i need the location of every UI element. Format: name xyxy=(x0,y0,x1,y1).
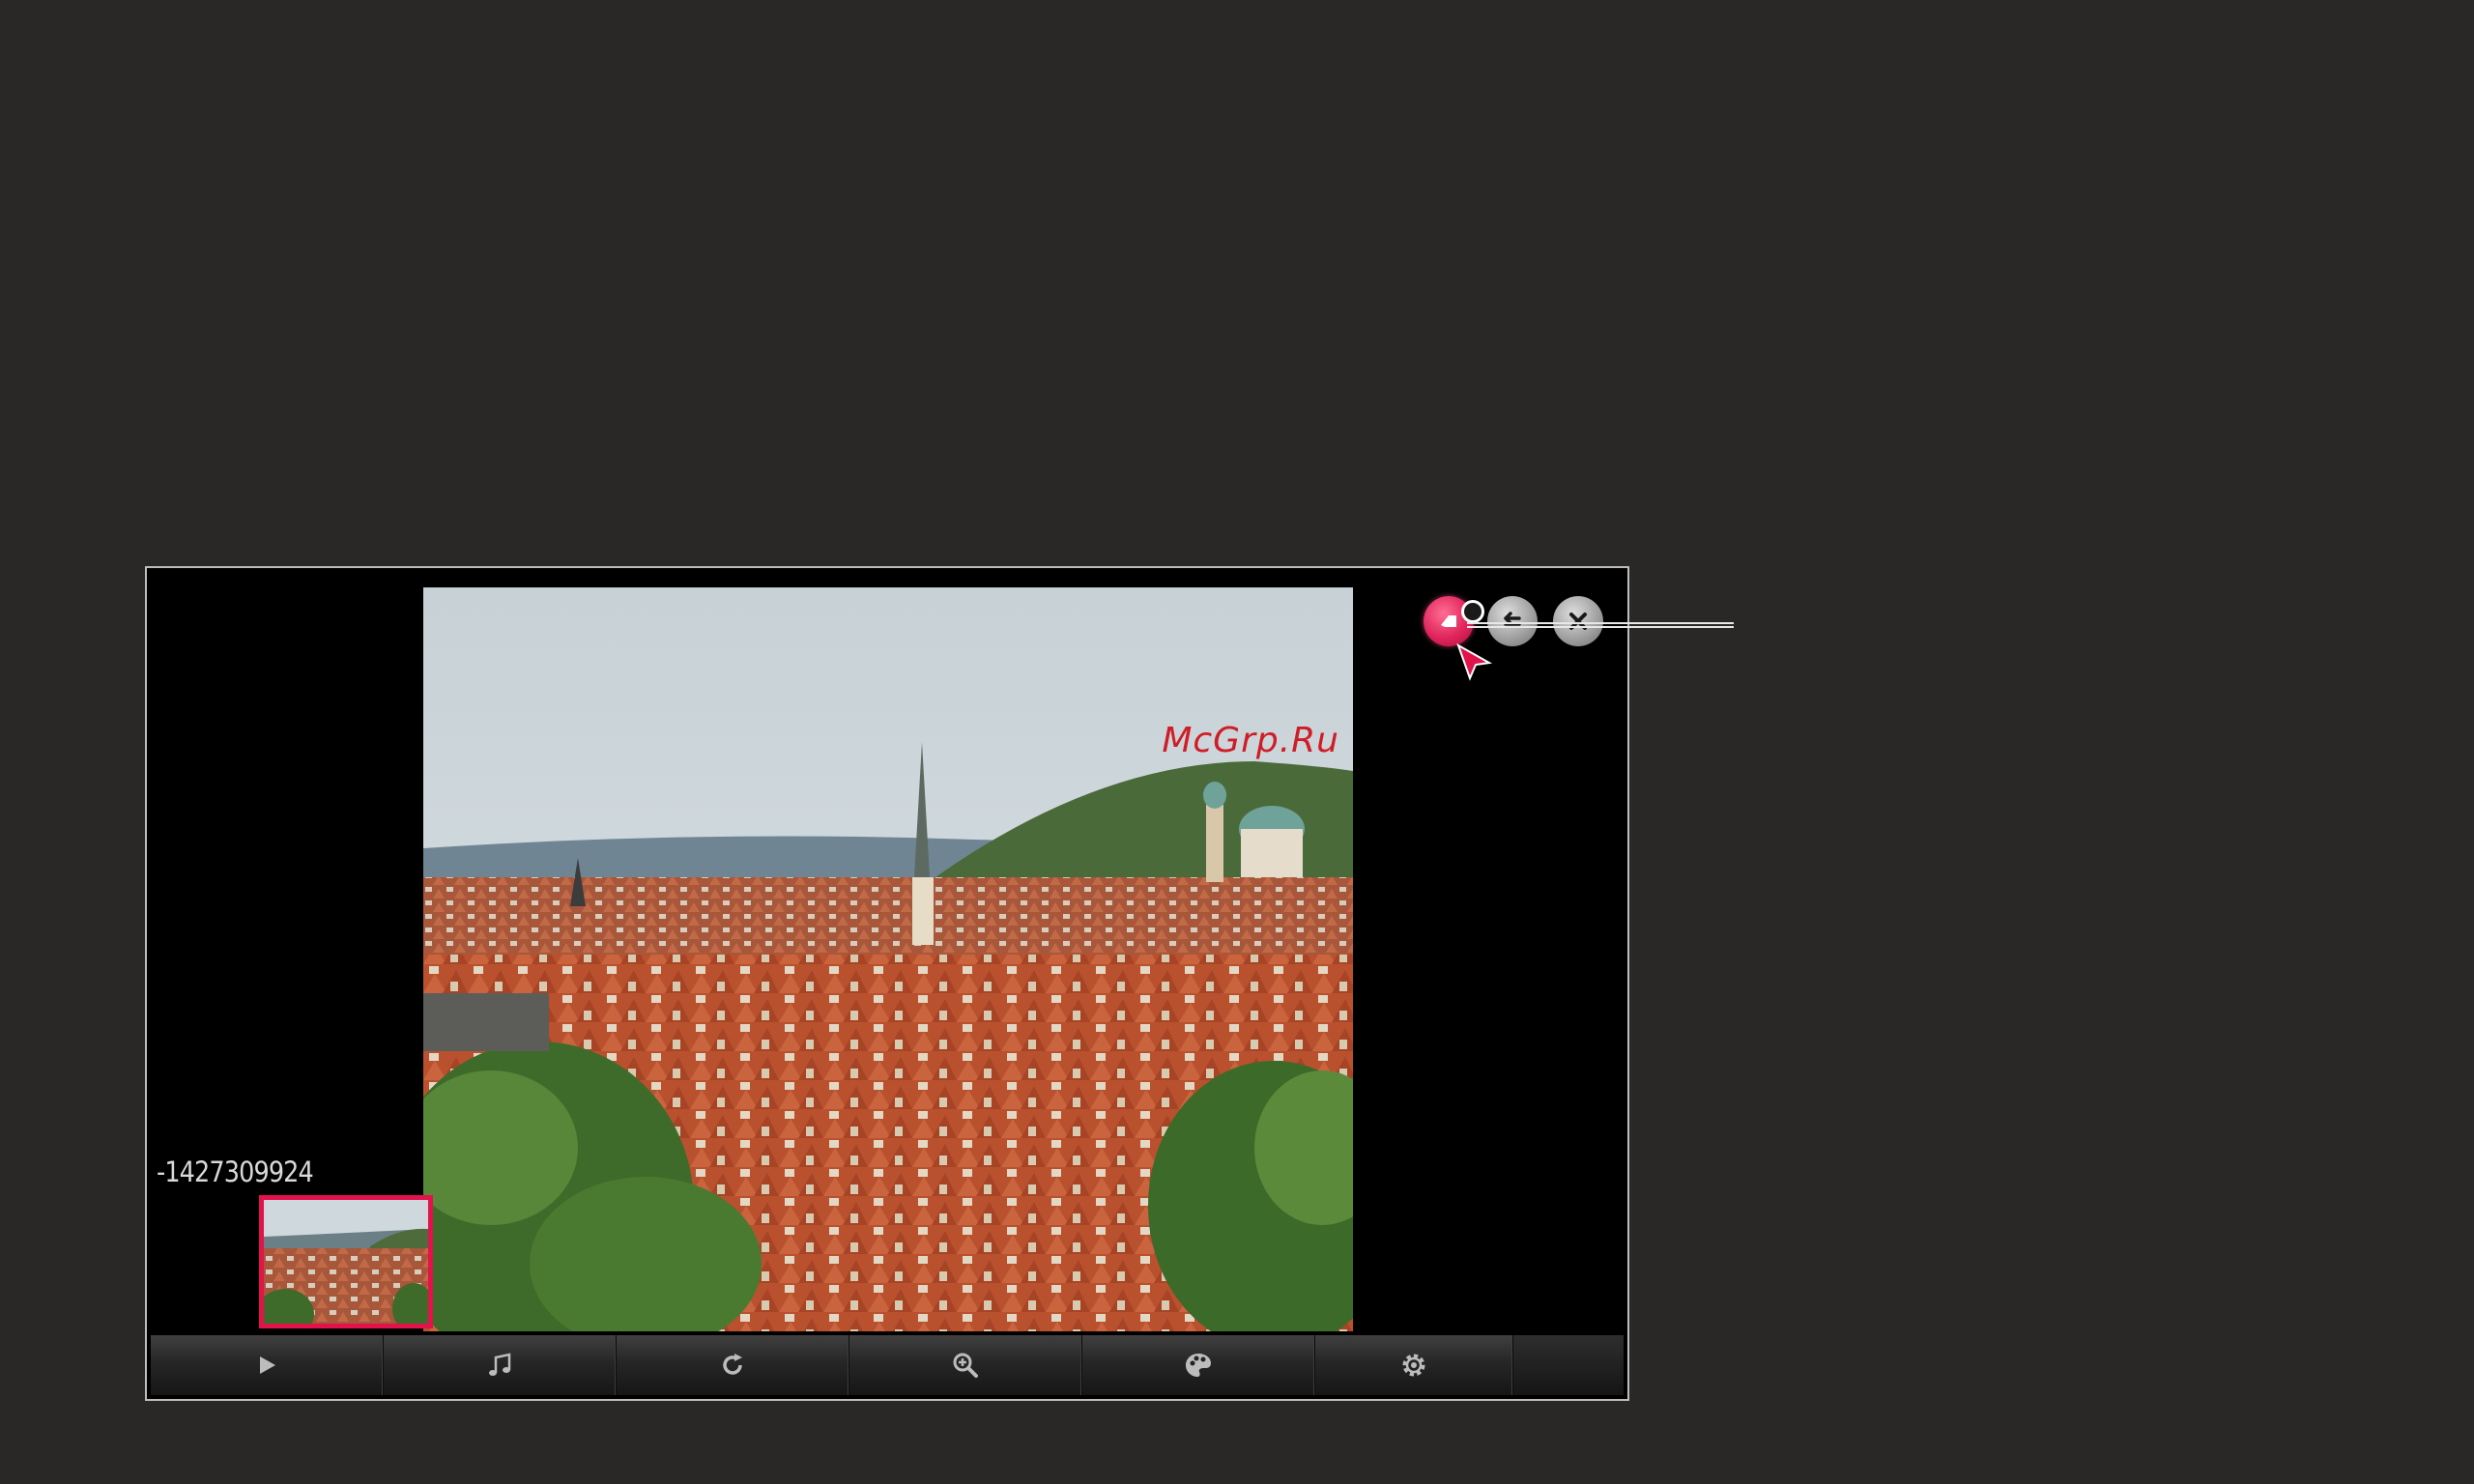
exit-button[interactable] xyxy=(1553,596,1603,646)
photo-viewer-screen: McGrp.Ru -1427309924 xyxy=(145,566,1629,1401)
palette-icon xyxy=(1186,1354,1211,1377)
zoom-in-icon xyxy=(953,1353,978,1378)
close-icon xyxy=(1569,613,1587,630)
callout-line xyxy=(1467,622,1734,628)
city-photo xyxy=(423,587,1353,1331)
file-name-label: -1427309924 xyxy=(157,1156,314,1188)
callout-dot xyxy=(1461,600,1484,623)
music-note-icon xyxy=(489,1353,511,1376)
play-icon xyxy=(260,1356,275,1374)
zoom-button[interactable] xyxy=(849,1335,1082,1395)
watermark-text: McGrp.Ru xyxy=(1162,721,1339,760)
settings-button[interactable] xyxy=(1315,1335,1513,1395)
return-button[interactable] xyxy=(1487,596,1538,646)
thumbnail-selected[interactable] xyxy=(259,1195,433,1328)
music-button[interactable] xyxy=(384,1335,617,1395)
bottom-toolbar xyxy=(151,1335,1624,1395)
gear-icon xyxy=(1402,1354,1425,1377)
magic-remote-cursor-icon xyxy=(1454,642,1497,689)
rotate-button[interactable] xyxy=(617,1335,849,1395)
thumbnail-image xyxy=(264,1200,428,1324)
rotate-icon xyxy=(723,1354,742,1375)
photo-display: McGrp.Ru xyxy=(423,587,1353,1331)
play-button[interactable] xyxy=(151,1335,384,1395)
return-icon xyxy=(1504,612,1521,626)
picture-mode-button[interactable] xyxy=(1082,1335,1315,1395)
toolbar-end-cap xyxy=(1513,1335,1624,1395)
